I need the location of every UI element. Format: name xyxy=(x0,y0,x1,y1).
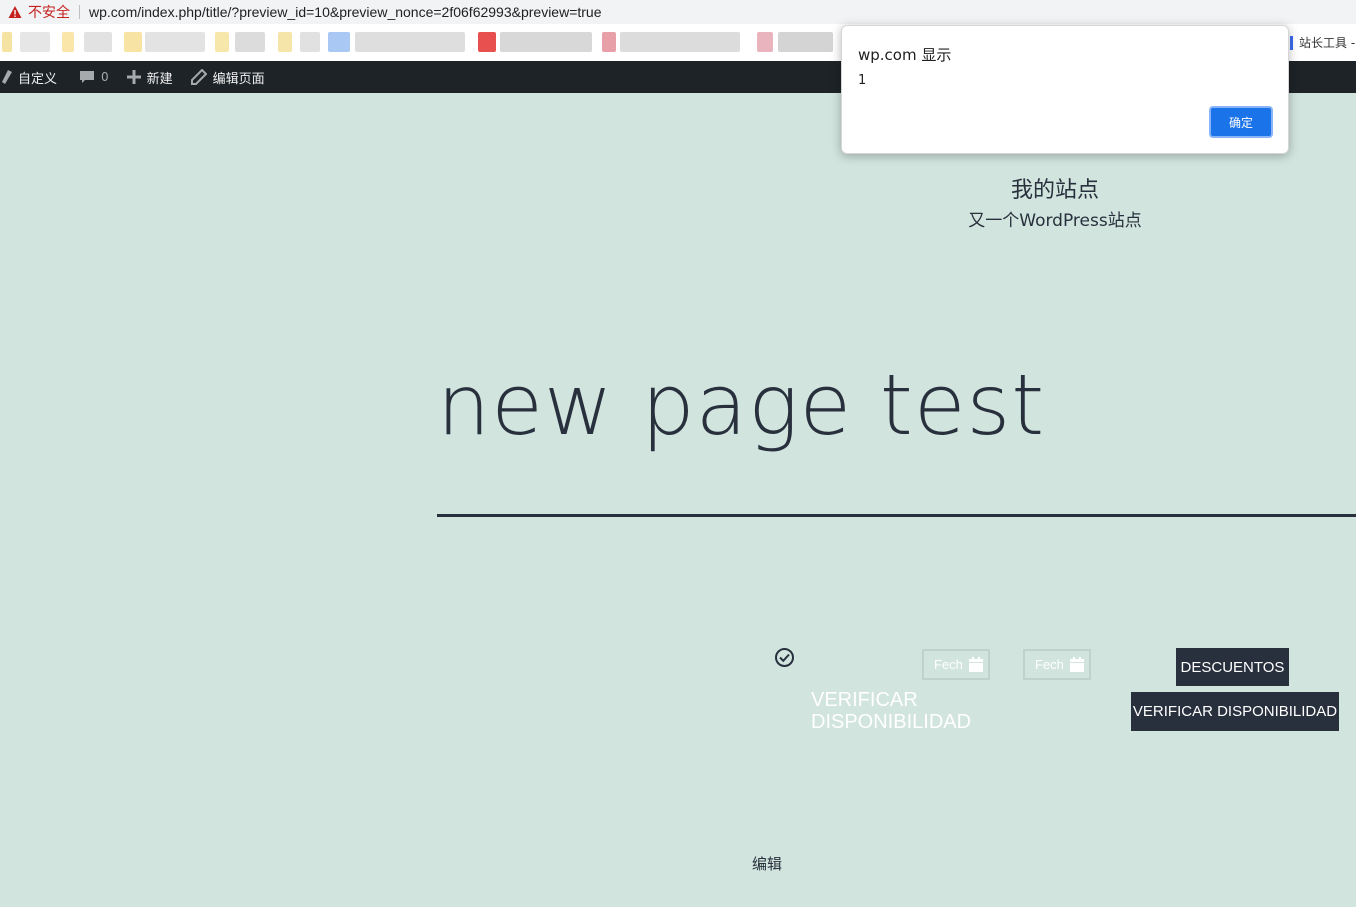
bookmark-item[interactable] xyxy=(602,32,616,52)
bookmark-item[interactable] xyxy=(278,32,292,52)
checkin-date-field[interactable]: Fech xyxy=(922,649,990,680)
bookmark-item[interactable] xyxy=(124,32,142,52)
bookmark-item[interactable] xyxy=(620,32,740,52)
bookmark-item[interactable] xyxy=(235,32,265,52)
comment-bubble-icon xyxy=(80,71,95,83)
bookmark-folder-icon xyxy=(1290,35,1293,50)
bookmark-item[interactable] xyxy=(145,32,205,52)
address-bar[interactable]: 不安全 wp.com/index.php/title/?preview_id=1… xyxy=(0,0,1356,24)
bookmark-item[interactable] xyxy=(215,32,229,52)
verify-line-2: DISPONIBILIDAD xyxy=(811,711,972,733)
checkout-date-field[interactable]: Fech xyxy=(1023,649,1091,680)
bookmark-item[interactable] xyxy=(20,32,50,52)
new-content-button[interactable]: 新建 xyxy=(126,68,173,87)
bookmark-item[interactable] xyxy=(62,32,74,52)
checkin-placeholder: Fech xyxy=(934,657,963,672)
checkout-placeholder: Fech xyxy=(1035,657,1064,672)
edit-link[interactable]: 编辑 xyxy=(752,853,782,874)
address-divider xyxy=(79,5,80,19)
warning-triangle-icon xyxy=(8,6,22,18)
customize-button[interactable]: 自定义 xyxy=(2,68,57,87)
bookmark-item[interactable] xyxy=(355,32,465,52)
bookmark-item[interactable] xyxy=(500,32,592,52)
url-text[interactable]: wp.com/index.php/title/?preview_id=10&pr… xyxy=(89,4,602,20)
site-title[interactable]: 我的站点 xyxy=(0,172,1356,204)
title-divider xyxy=(437,514,1356,517)
verify-line-1: VERIFICAR xyxy=(811,689,918,711)
dialog-ok-button[interactable]: 确定 xyxy=(1209,106,1273,138)
bookmark-tools-label: 站长工具 - xyxy=(1299,36,1356,50)
new-label: 新建 xyxy=(146,71,173,87)
bookmark-item[interactable] xyxy=(757,32,773,52)
verify-availability-heading: VERIFICAR DISPONIBILIDAD xyxy=(811,689,1011,733)
discounts-button[interactable]: DESCUENTOS xyxy=(1176,648,1289,686)
comments-button[interactable]: 0 xyxy=(79,69,109,85)
bookmark-item[interactable] xyxy=(300,32,320,52)
page-title: new page test xyxy=(437,356,1046,454)
pencil-icon xyxy=(2,70,12,84)
customize-label: 自定义 xyxy=(18,71,58,87)
bookmark-tools[interactable]: 站长工具 - xyxy=(1290,34,1355,51)
edit-page-button[interactable]: 编辑页面 xyxy=(190,68,265,87)
bookmark-item[interactable] xyxy=(328,32,350,52)
edit-page-label: 编辑页面 xyxy=(212,71,265,87)
dialog-title: wp.com 显示 xyxy=(858,46,952,64)
bookmark-item[interactable] xyxy=(778,32,833,52)
verify-availability-button[interactable]: VERIFICAR DISPONIBILIDAD xyxy=(1131,692,1339,731)
dialog-message: 1 xyxy=(858,73,867,88)
check-circle-icon xyxy=(775,648,794,667)
calendar-icon xyxy=(968,657,983,672)
security-label[interactable]: 不安全 xyxy=(28,2,70,22)
plus-icon xyxy=(126,70,141,84)
alert-dialog: wp.com 显示 1 确定 xyxy=(841,25,1289,154)
bookmark-item[interactable] xyxy=(84,32,112,52)
bookmark-item[interactable] xyxy=(2,32,12,52)
calendar-icon xyxy=(1069,657,1084,672)
site-description: 又一个WordPress站点 xyxy=(968,211,1142,231)
bookmark-item[interactable] xyxy=(478,32,496,52)
pencil-icon xyxy=(190,69,207,85)
comments-count: 0 xyxy=(101,70,109,84)
